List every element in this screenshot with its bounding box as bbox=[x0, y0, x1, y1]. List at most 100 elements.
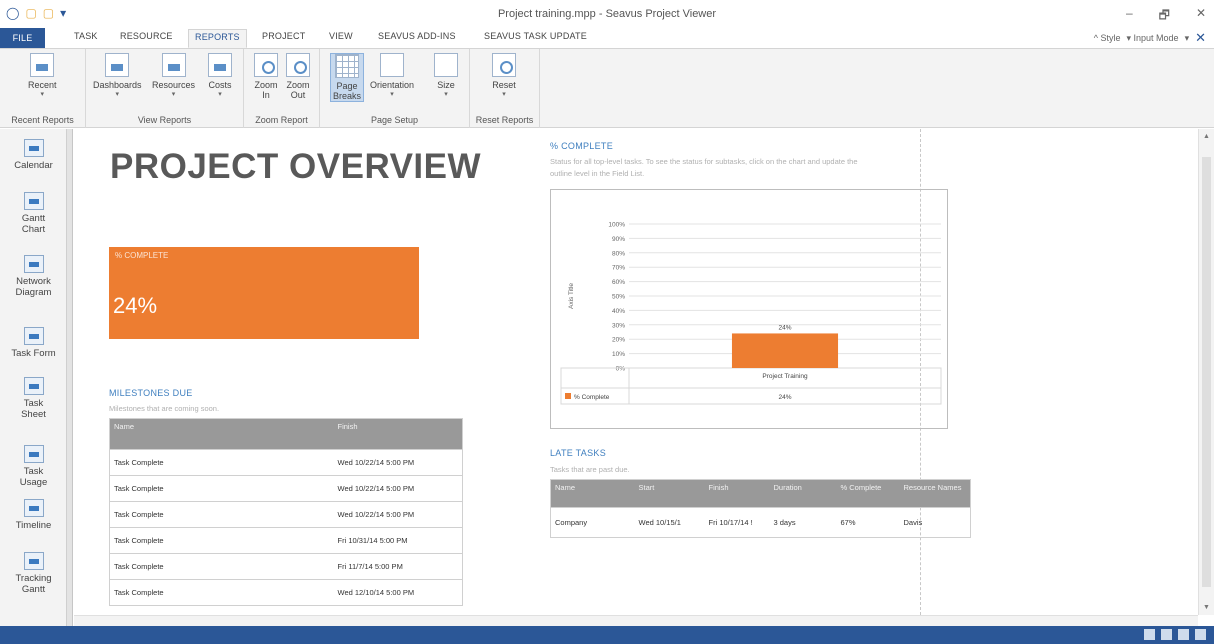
ribbon-options-icon[interactable]: ▾ bbox=[1185, 33, 1190, 44]
data-table-frame bbox=[560, 367, 942, 405]
cell-finish: Wed 10/22/14 5:00 PM bbox=[333, 475, 463, 502]
view-network-diagram[interactable]: Network Diagram bbox=[0, 255, 67, 298]
input-mode-dropdown[interactable]: ▾ Input Mode bbox=[1127, 33, 1179, 44]
tab-reports[interactable]: REPORTS bbox=[188, 29, 247, 48]
table-row[interactable]: Task Complete Wed 10/22/14 5:00 PM bbox=[109, 475, 463, 502]
cell-name: Task Complete bbox=[109, 579, 334, 606]
column-header: Start bbox=[634, 479, 705, 508]
cell-name: Task Complete bbox=[109, 527, 334, 554]
tab-view[interactable]: VIEW bbox=[329, 31, 353, 41]
tab-resource[interactable]: RESOURCE bbox=[120, 31, 173, 41]
bar bbox=[731, 333, 839, 368]
tab-project[interactable]: PROJECT bbox=[262, 31, 305, 41]
resources-button[interactable]: Resources ▾ bbox=[152, 53, 195, 100]
column-header: Finish bbox=[704, 479, 770, 508]
column-header: Duration bbox=[769, 479, 837, 508]
group-recent-reports: Recent ▾ Recent Reports bbox=[0, 49, 86, 128]
page-breaks-icon bbox=[335, 54, 359, 78]
cell-finish: Fri 10/17/14 ! bbox=[704, 507, 770, 538]
resource-sheet-shortcut-icon[interactable] bbox=[1195, 629, 1206, 640]
chart-subtitle-1: Status for all top-level tasks. To see t… bbox=[550, 157, 858, 166]
style-dropdown[interactable]: ^ Style bbox=[1094, 33, 1121, 43]
minimize-button[interactable]: – bbox=[1126, 6, 1133, 27]
view-tracking-gantt[interactable]: Tracking Gantt bbox=[0, 552, 67, 595]
milestones-title: MILESTONES DUE bbox=[109, 388, 193, 398]
table-row[interactable]: Task Complete Fri 10/31/14 5:00 PM bbox=[109, 527, 463, 554]
ribbon-tabs: FILE TASK RESOURCE REPORTS PROJECT VIEW … bbox=[0, 28, 1214, 48]
kpi-label: % COMPLETE bbox=[115, 251, 169, 260]
costs-button[interactable]: Costs ▾ bbox=[208, 53, 232, 100]
table-header-row: Name Finish bbox=[109, 418, 463, 450]
late-tasks-table[interactable]: Name Start Finish Duration % Complete Re… bbox=[550, 479, 971, 538]
task-usage-shortcut-icon[interactable] bbox=[1161, 629, 1172, 640]
late-tasks-title: LATE TASKS bbox=[550, 448, 607, 458]
group-page-setup: Page Breaks Orientation ▾ Size ▾ Page Se… bbox=[320, 49, 470, 128]
zoom-in-button[interactable]: Zoom In bbox=[254, 53, 278, 100]
app-window: ◯ ▢ ▢ ▾ Project training.mpp - Seavus Pr… bbox=[0, 0, 1214, 644]
close-button[interactable]: ✕ bbox=[1196, 6, 1206, 27]
reset-button[interactable]: Reset ▾ bbox=[492, 53, 516, 100]
dashboards-button[interactable]: Dashboards ▾ bbox=[93, 53, 142, 100]
table-row[interactable]: Task Complete Wed 10/22/14 5:00 PM bbox=[109, 449, 463, 476]
data-label: 24% bbox=[778, 324, 791, 331]
x-tick-label: Project Training bbox=[762, 373, 808, 380]
restore-button[interactable]: 🗗 bbox=[1159, 6, 1170, 27]
horizontal-scrollbar[interactable] bbox=[74, 615, 1198, 626]
table-row[interactable]: Task Complete Wed 12/10/14 5:00 PM bbox=[109, 579, 463, 606]
costs-report-icon bbox=[208, 53, 232, 77]
tab-seavus-add-ins[interactable]: SEAVUS ADD-INS bbox=[378, 31, 456, 41]
table-row[interactable]: Task Complete Fri 11/7/14 5:00 PM bbox=[109, 553, 463, 580]
title-bar: ◯ ▢ ▢ ▾ Project training.mpp - Seavus Pr… bbox=[0, 0, 1214, 28]
orientation-button[interactable]: Orientation ▾ bbox=[370, 53, 414, 100]
vertical-scrollbar[interactable]: ▲ ▼ bbox=[1198, 129, 1214, 615]
table-row[interactable]: Company Wed 10/15/1 Fri 10/17/14 ! 3 day… bbox=[550, 507, 971, 538]
percent-complete-tile[interactable]: % COMPLETE 24% bbox=[109, 247, 419, 339]
gantt-chart-icon bbox=[23, 192, 44, 210]
status-bar bbox=[0, 626, 1214, 644]
cell-name: Task Complete bbox=[109, 553, 334, 580]
scrollbar-thumb[interactable] bbox=[1202, 157, 1211, 587]
zoom-in-icon bbox=[254, 53, 278, 77]
zoom-out-button[interactable]: Zoom Out bbox=[286, 53, 310, 100]
size-button[interactable]: Size ▾ bbox=[434, 53, 458, 100]
y-tick-label: 30% bbox=[612, 322, 625, 329]
view-task-form[interactable]: Task Form bbox=[0, 327, 67, 359]
group-reset-reports: Reset ▾ Reset Reports bbox=[470, 49, 540, 128]
y-tick-label: 50% bbox=[612, 294, 625, 301]
task-sheet-icon bbox=[23, 377, 44, 395]
table-row[interactable]: Task Complete Wed 10/22/14 5:00 PM bbox=[109, 501, 463, 528]
recent-button[interactable]: Recent ▾ bbox=[28, 53, 57, 100]
tracking-gantt-icon bbox=[23, 552, 44, 570]
orientation-icon bbox=[380, 53, 405, 77]
scroll-up-icon[interactable]: ▲ bbox=[1203, 133, 1210, 140]
column-header: Resource Names bbox=[899, 479, 971, 508]
group-view-reports: Dashboards ▾ Resources ▾ Costs ▾ View Re… bbox=[86, 49, 244, 128]
legend-label: % Complete bbox=[574, 394, 610, 401]
team-planner-shortcut-icon[interactable] bbox=[1178, 629, 1189, 640]
cell-finish: Fri 10/31/14 5:00 PM bbox=[333, 527, 463, 554]
timeline-icon bbox=[23, 499, 44, 517]
page-size-icon bbox=[434, 53, 458, 77]
close-file-icon[interactable]: ✕ bbox=[1195, 31, 1206, 44]
view-gantt-chart[interactable]: Gantt Chart bbox=[0, 192, 67, 235]
view-task-sheet[interactable]: Task Sheet bbox=[0, 377, 67, 420]
gantt-view-shortcut-icon[interactable] bbox=[1144, 629, 1155, 640]
page-breaks-button[interactable]: Page Breaks bbox=[330, 53, 365, 102]
tab-task[interactable]: TASK bbox=[74, 31, 98, 41]
report-title[interactable]: PROJECT OVERVIEW bbox=[110, 147, 481, 187]
tab-seavus-task-update[interactable]: SEAVUS TASK UPDATE bbox=[484, 31, 587, 41]
chart-subtitle-2: outline level in the Field List. bbox=[550, 169, 645, 178]
view-task-usage[interactable]: Task Usage bbox=[0, 445, 67, 488]
percent-complete-chart[interactable]: 0% 10% 20% 30% 40% 50% 60% 70% 80% 90% 100% Axis Ti… bbox=[550, 189, 948, 429]
network-diagram-icon bbox=[23, 255, 44, 273]
late-tasks-subtitle: Tasks that are past due. bbox=[550, 465, 630, 474]
task-usage-icon bbox=[23, 445, 44, 463]
tab-file[interactable]: FILE bbox=[0, 28, 45, 48]
scroll-down-icon[interactable]: ▼ bbox=[1203, 604, 1210, 611]
y-tick-label: 100% bbox=[608, 222, 625, 229]
view-bar-edge bbox=[67, 129, 73, 626]
view-timeline[interactable]: Timeline bbox=[0, 499, 67, 531]
milestones-table[interactable]: Name Finish Task Complete Wed 10/22/14 5:… bbox=[109, 418, 463, 606]
group-zoom-report: Zoom In Zoom Out Zoom Report bbox=[244, 49, 320, 128]
view-calendar[interactable]: Calendar bbox=[0, 139, 67, 171]
